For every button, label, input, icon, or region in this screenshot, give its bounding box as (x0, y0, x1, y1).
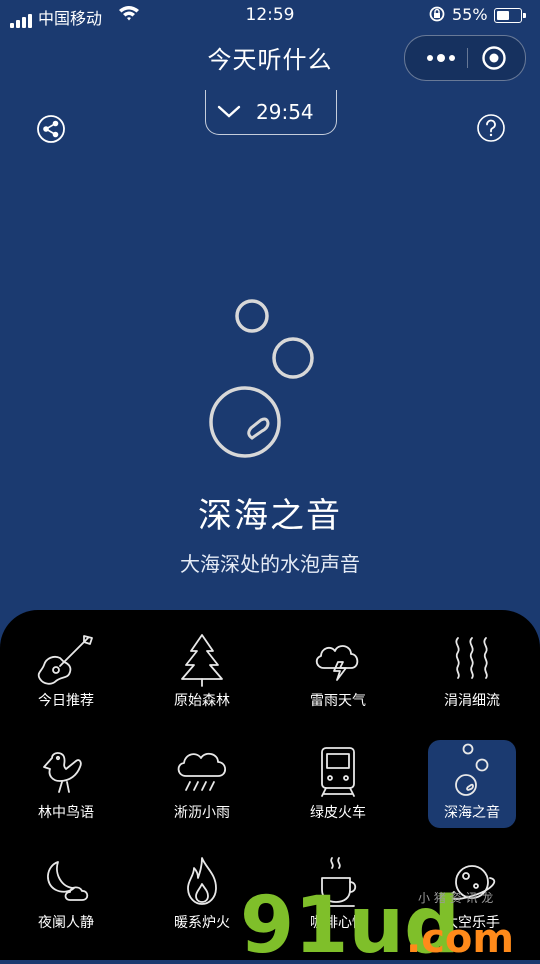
site-watermark: 91ud .com 小 猪 资 讯 龙 (240, 880, 540, 964)
category-item[interactable]: 暖系炉火 (158, 850, 246, 938)
pine-tree-icon (158, 632, 246, 688)
category-label: 涓涓细流 (444, 693, 500, 709)
close-miniapp-button[interactable] (481, 45, 507, 75)
capsule-divider (467, 48, 468, 68)
guitar-icon (22, 632, 110, 688)
miniapp-capsule (404, 35, 526, 81)
rotation-lock-icon (428, 5, 446, 27)
help-button[interactable] (476, 113, 506, 147)
category-item[interactable]: 雷雨天气 (294, 628, 382, 716)
thunderstorm-icon (294, 632, 382, 688)
battery-icon (494, 8, 526, 23)
category-item[interactable]: 林中鸟语 (22, 740, 110, 828)
category-item[interactable]: 原始森林 (158, 628, 246, 716)
stream-icon (428, 632, 516, 688)
category-item[interactable]: 淅沥小雨 (158, 740, 246, 828)
svg-text:小 猪 资 讯 龙: 小 猪 资 讯 龙 (418, 891, 493, 905)
category-label: 原始森林 (174, 693, 230, 709)
category-item[interactable]: 夜阑人静 (22, 850, 110, 938)
moon-cloud-icon (22, 854, 110, 910)
category-label: 绿皮火车 (310, 805, 366, 821)
share-icon (37, 115, 65, 143)
chevron-down-icon (216, 104, 242, 124)
category-label: 林中鸟语 (38, 805, 94, 821)
train-icon (294, 744, 382, 800)
category-item[interactable]: 绿皮火车 (294, 740, 382, 828)
share-button[interactable] (36, 114, 66, 148)
bubbles-hero-icon (200, 290, 330, 474)
status-bar: 中国移动 12:59 55% (0, 0, 540, 30)
current-sound-subtitle: 大海深处的水泡声音 (180, 552, 360, 576)
rain-cloud-icon (158, 744, 246, 800)
flame-icon (158, 854, 246, 910)
sleep-timer-button[interactable]: 29:54 (205, 90, 337, 135)
category-item[interactable]: 今日推荐 (22, 628, 110, 716)
target-icon (482, 46, 506, 70)
category-item[interactable]: 深海之音 (428, 740, 516, 828)
category-label: 深海之音 (444, 805, 500, 821)
question-mark-icon (477, 114, 505, 142)
category-label: 夜阑人静 (38, 915, 94, 931)
timer-value: 29:54 (256, 100, 314, 124)
bubbles-icon (428, 743, 516, 800)
bird-icon (22, 744, 110, 800)
svg-text:.com: .com (406, 916, 514, 960)
current-sound-title: 深海之音 (198, 496, 342, 536)
battery-percent: 55% (452, 5, 488, 24)
more-options-button[interactable] (419, 36, 463, 80)
category-label: 暖系炉火 (174, 915, 230, 931)
category-label: 淅沥小雨 (174, 805, 230, 821)
category-item[interactable]: 涓涓细流 (428, 628, 516, 716)
category-label: 雷雨天气 (310, 693, 366, 709)
category-label: 今日推荐 (38, 693, 94, 709)
